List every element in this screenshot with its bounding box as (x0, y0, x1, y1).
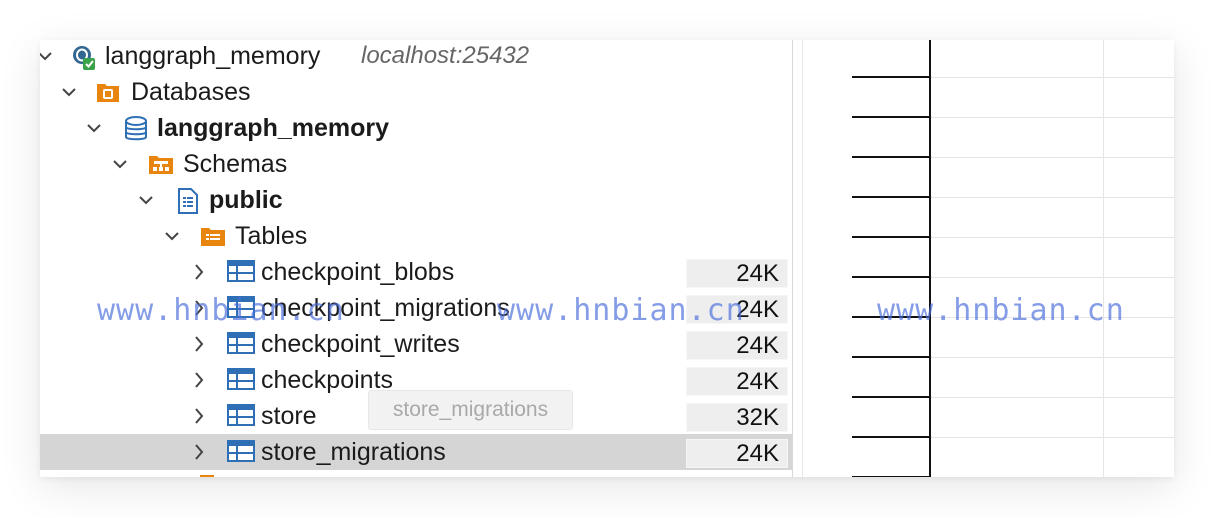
tree-node-schema[interactable]: public (40, 182, 792, 218)
grid-row-line (931, 237, 1174, 238)
table-name: checkpoint_writes (261, 330, 460, 358)
table-icon (227, 440, 255, 464)
table-icon (227, 368, 255, 392)
chevron-down-icon[interactable] (85, 118, 103, 138)
schemas-label: Schemas (183, 150, 288, 178)
grid-row-line (931, 197, 1174, 198)
tables-folder-icon (200, 224, 225, 248)
grid-row-line (931, 397, 1174, 398)
folder-icon-partial (200, 475, 214, 477)
tree-node-schemas[interactable]: Schemas (40, 146, 792, 182)
grid-row-line (931, 77, 1174, 78)
chevron-down-icon[interactable] (163, 226, 181, 246)
table-icon (227, 404, 255, 428)
table-size-bar: 24K (686, 259, 788, 288)
databases-label: Databases (131, 78, 251, 106)
grid-row-line (852, 116, 930, 118)
schema-icon (176, 188, 200, 214)
chevron-down-icon[interactable] (111, 154, 129, 174)
panel-divider[interactable] (792, 40, 793, 477)
watermark-text: www.hnbian.cn (497, 293, 745, 328)
table-size-bar: 32K (686, 403, 788, 432)
chevron-down-icon[interactable] (60, 82, 78, 102)
table-size-bar: 24K (686, 367, 788, 396)
table-row[interactable]: checkpoint_blobs 24K (40, 254, 792, 290)
table-name: store (261, 402, 317, 430)
postgres-elephant-icon (70, 44, 95, 70)
grid-row-line (852, 156, 930, 158)
grid-column-line (1103, 40, 1104, 477)
app-window: langgraph_memory localhost:25432 Databas… (40, 40, 1174, 477)
grid-row-line (852, 436, 930, 438)
chevron-right-icon[interactable] (190, 406, 208, 426)
watermark-text: www.hnbian.cn (877, 293, 1125, 328)
chevron-down-icon[interactable] (137, 190, 155, 210)
table-size: 24K (736, 260, 779, 287)
table-row[interactable]: checkpoint_writes 24K (40, 326, 792, 362)
grid-column-line (929, 40, 931, 477)
table-size: 24K (736, 368, 779, 395)
grid-row-line (852, 396, 930, 398)
tree-node-tables[interactable]: Tables (40, 218, 792, 254)
connection-host: localhost:25432 (361, 42, 530, 69)
schema-name: public (209, 186, 283, 214)
tree-node-connection[interactable]: langgraph_memory localhost:25432 (40, 40, 792, 74)
chevron-right-icon[interactable] (190, 442, 208, 462)
grid-row-line (852, 236, 930, 238)
chevron-right-icon[interactable] (190, 370, 208, 390)
grid-row-line (852, 76, 930, 78)
grid-row-line (931, 437, 1174, 438)
connection-name: langgraph_memory (105, 42, 321, 70)
hover-tooltip: store_migrations (368, 390, 573, 430)
table-size: 24K (736, 440, 779, 467)
database-cylinder-icon (124, 116, 148, 141)
grid-row-line (852, 356, 930, 358)
schemas-folder-icon (148, 152, 173, 176)
databases-folder-icon (96, 80, 120, 104)
grid-row-line (931, 117, 1174, 118)
table-size-bar: 24K (686, 331, 788, 360)
database-name: langgraph_memory (157, 114, 390, 142)
tables-label: Tables (235, 222, 308, 250)
results-grid (803, 40, 1174, 477)
chevron-down-icon[interactable] (40, 46, 54, 66)
grid-row-line (931, 277, 1174, 278)
tree-node-databases[interactable]: Databases (40, 74, 792, 110)
table-row-selected[interactable]: store_migrations 24K (40, 434, 792, 470)
table-name: checkpoint_blobs (261, 258, 455, 286)
table-name: store_migrations (261, 438, 446, 466)
grid-row-line (931, 157, 1174, 158)
grid-row-line (852, 476, 930, 477)
chevron-right-icon[interactable] (190, 334, 208, 354)
table-size: 24K (736, 332, 779, 359)
table-icon (227, 332, 255, 356)
table-icon (227, 260, 255, 284)
chevron-right-icon[interactable] (190, 262, 208, 282)
grid-row-line (931, 357, 1174, 358)
grid-row-line (852, 196, 930, 198)
table-size-bar: 24K (686, 439, 788, 468)
watermark-text: www.hnbian.cn (97, 293, 345, 328)
grid-row-line (852, 276, 930, 278)
table-size: 32K (736, 404, 779, 431)
tree-node-database[interactable]: langgraph_memory (40, 110, 792, 146)
database-navigator-tree: langgraph_memory localhost:25432 Databas… (40, 40, 792, 477)
